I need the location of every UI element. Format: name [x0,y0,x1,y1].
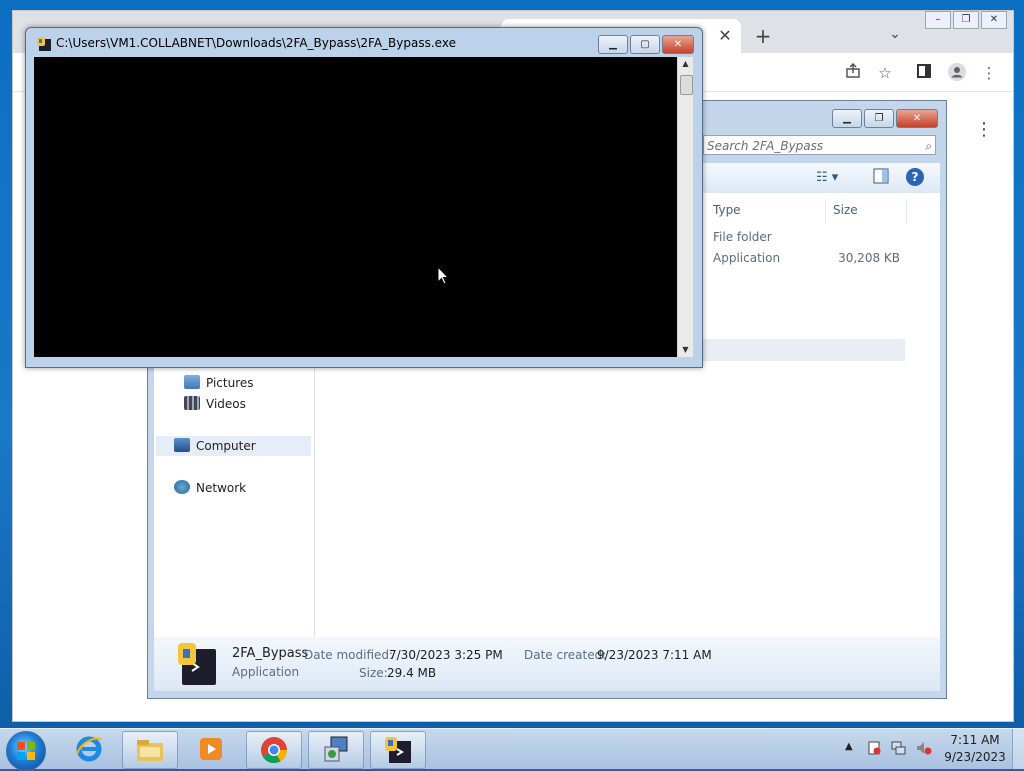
scrollbar[interactable]: ▲ ▼ [677,57,693,357]
nav-item-computer[interactable]: Computer [156,436,311,456]
new-tab-button[interactable]: + [751,24,775,48]
chrome-icon[interactable] [246,731,302,769]
share-icon[interactable] [843,62,863,83]
minimize-icon[interactable]: ▁ [832,109,862,128]
size-label: Size: [359,666,388,680]
start-button[interactable] [6,731,46,771]
column-header-size[interactable]: Size [833,203,858,223]
close-icon[interactable]: ✕ [896,109,938,128]
nav-label: Pictures [206,376,254,390]
show-hidden-icons-icon[interactable]: ▲ [845,741,853,752]
volume-muted-icon[interactable] [916,741,932,758]
file-type-cell[interactable]: Application [713,248,780,268]
date-modified-label: Date modified: [304,648,394,662]
search-input[interactable]: Search 2FA_Bypass ⌕ [703,135,936,155]
pictures-icon [184,375,200,389]
scroll-down-icon[interactable]: ▼ [678,343,693,357]
mouse-cursor-icon [437,265,450,289]
size-value: 29.4 MB [387,666,437,680]
app-icon [36,36,52,52]
clock-time[interactable]: 7:11 AM [950,733,1000,747]
nav-label: Videos [206,397,246,411]
chrome-window-controls: – ❐ ✕ [925,11,1007,29]
close-icon[interactable]: ✕ [981,11,1007,29]
tab-close-icon[interactable]: ✕ [715,26,735,46]
star-icon[interactable]: ☆ [875,63,895,83]
maximize-icon[interactable]: ▢ [630,35,660,54]
windows-logo-icon [17,742,35,760]
scroll-up-icon[interactable]: ▲ [678,57,693,71]
search-placeholder: Search 2FA_Bypass [707,139,824,153]
nav-item-network[interactable]: Network [174,478,246,498]
details-pane: 2FA_Bypass Application Date modified: 7/… [154,637,940,691]
internet-explorer-icon[interactable] [62,731,116,767]
column-header-type[interactable]: Type [713,203,741,223]
kebab-menu-icon[interactable]: ⋮ [975,119,993,140]
column-separator[interactable] [906,199,907,223]
window-title: C:\Users\VM1.COLLABNET\Downloads\2FA_Byp… [56,36,456,50]
date-modified-value: 7/30/2023 3:25 PM [389,648,503,662]
scroll-thumb[interactable] [680,75,693,95]
nav-item-videos[interactable]: Videos [184,394,246,414]
action-center-icon[interactable] [867,741,881,758]
date-created-label: Date created: [524,648,607,662]
console-window-controls: ▁ ▢ ✕ [598,35,694,54]
tab-search-icon[interactable]: ⌄ [885,26,905,46]
nav-item-pictures[interactable]: Pictures [184,373,254,393]
network-setup-icon[interactable] [308,731,364,769]
network-status-icon[interactable] [891,741,907,758]
selected-file-row[interactable] [703,339,905,361]
date-created-value: 9/23/2023 7:11 AM [597,648,712,662]
console-window: C:\Users\VM1.COLLABNET\Downloads\2FA_Byp… [25,27,703,368]
console-output[interactable] [34,57,677,357]
application-icon [176,641,218,687]
file-type-cell[interactable]: File folder [713,227,772,247]
sidepanel-icon[interactable] [914,63,934,83]
2fa-bypass-app-icon[interactable] [370,731,426,769]
show-desktop-button[interactable] [1012,729,1024,769]
minimize-icon[interactable]: – [925,11,951,29]
clock-date[interactable]: 9/23/2023 [944,750,1006,764]
restore-icon[interactable]: ❐ [864,109,894,128]
preview-pane-icon[interactable] [873,168,889,188]
file-size-cell: 30,208 KB [838,251,900,265]
nav-label: Network [196,481,247,495]
minimize-icon[interactable]: ▁ [598,35,628,54]
details-file-type: Application [232,665,300,679]
details-file-name: 2FA_Bypass [232,646,309,661]
menu-icon[interactable]: ⋮ [979,63,999,83]
view-options-icon[interactable]: ☷ ▾ [816,168,838,188]
column-separator[interactable] [825,199,826,223]
media-player-icon[interactable] [184,731,238,767]
videos-icon [184,396,200,410]
restore-icon[interactable]: ❐ [953,11,979,29]
computer-icon [174,438,190,452]
help-icon[interactable]: ? [906,168,924,188]
profile-icon[interactable] [947,63,967,83]
nav-label: Computer [196,439,256,453]
close-icon[interactable]: ✕ [662,35,694,54]
explorer-window-controls: ▁ ❐ ✕ [832,109,938,128]
taskbar: ▲ 7:11 AM 9/23/2023 [0,728,1024,771]
windows-explorer-icon[interactable] [122,731,178,769]
search-icon[interactable]: ⌕ [925,136,932,156]
network-icon [174,480,190,494]
